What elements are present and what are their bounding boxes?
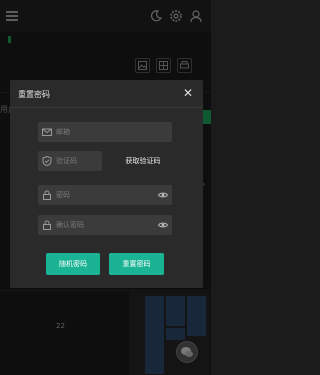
- reset-password-button[interactable]: 重置密码: [109, 253, 164, 275]
- email-field[interactable]: [38, 122, 172, 142]
- random-password-button[interactable]: 随机密码: [46, 253, 100, 275]
- code-input[interactable]: [56, 151, 100, 171]
- mail-icon: [42, 127, 52, 137]
- password-input[interactable]: [56, 185, 152, 205]
- close-icon[interactable]: ✕: [181, 86, 195, 100]
- dialog-title: 重置密码: [18, 90, 50, 99]
- email-input[interactable]: [56, 122, 152, 142]
- reset-password-dialog: 重置密码 ✕ 获取验证码 随机密码 重置密码: [10, 80, 203, 288]
- dialog-header: 重置密码 ✕: [10, 80, 203, 108]
- password-field[interactable]: [38, 185, 172, 205]
- shield-icon: [42, 156, 52, 166]
- lock-icon: [42, 190, 52, 200]
- eye-icon[interactable]: [158, 190, 168, 200]
- confirm-password-input[interactable]: [56, 215, 152, 235]
- confirm-password-field[interactable]: [38, 215, 172, 235]
- code-field[interactable]: [38, 151, 102, 171]
- lock-icon: [42, 220, 52, 230]
- get-code-button[interactable]: 获取验证码: [113, 152, 173, 170]
- eye-icon[interactable]: [158, 220, 168, 230]
